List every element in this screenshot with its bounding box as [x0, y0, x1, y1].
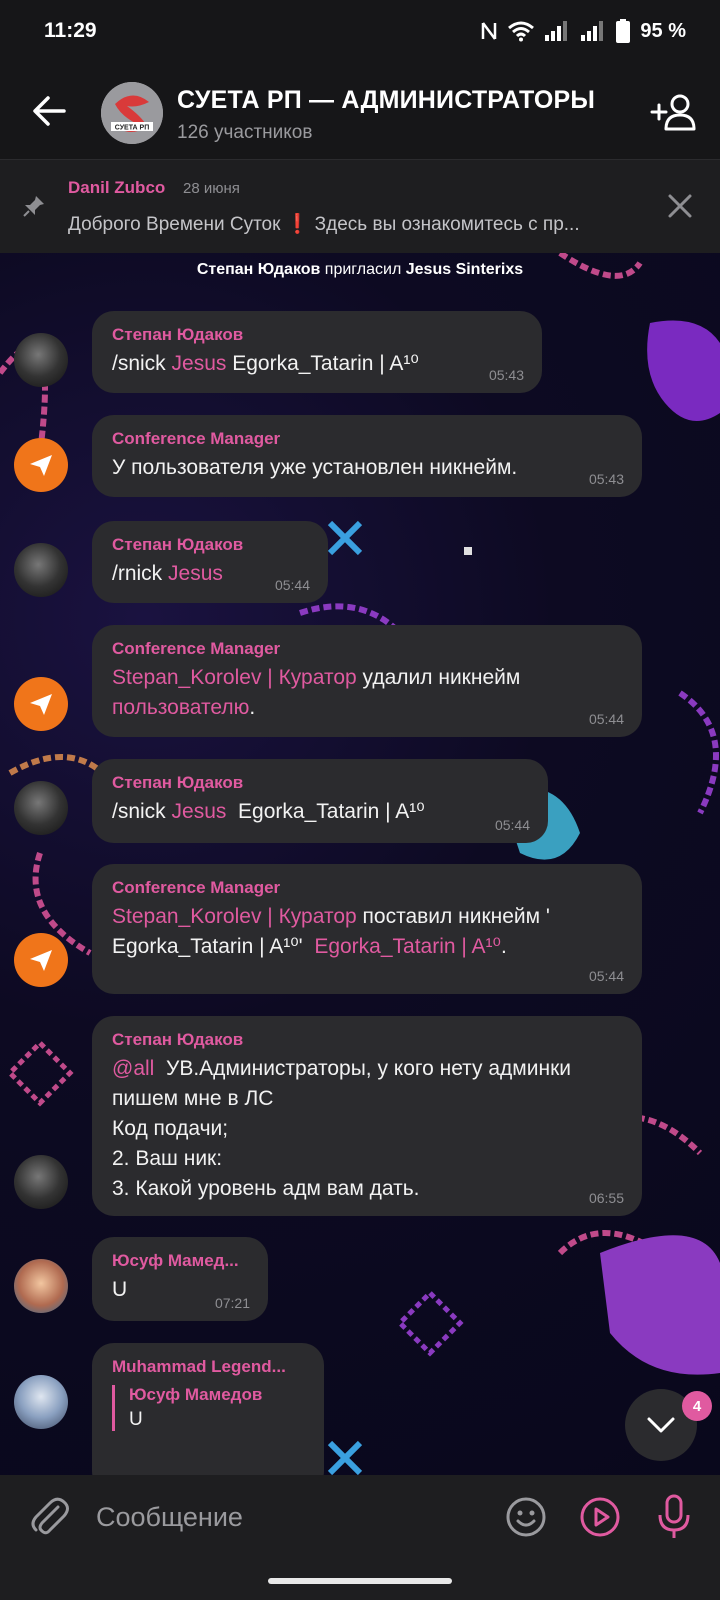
message-bubble[interactable]: Muhammad Legend... Юсуф Мамедов U — [92, 1343, 324, 1475]
message-time: 05:44 — [588, 968, 624, 984]
avatar[interactable] — [14, 781, 68, 835]
pinned-text: Доброго Времени Суток ❗ Здесь вы ознаком… — [68, 214, 580, 235]
exclamation-icon: ❗ — [285, 214, 310, 235]
message-bubble[interactable]: Conference Manager Stepan_Korolev | Кура… — [92, 625, 642, 737]
group-avatar[interactable]: СУЕТА РП — [101, 82, 163, 144]
message-time: 05:43 — [588, 471, 624, 487]
message-bubble[interactable]: Юсуф Мамед... U 07:21 — [92, 1237, 268, 1321]
message-bubble[interactable]: Степан Юдаков /snick Jesus Egorka_Tatari… — [92, 759, 548, 843]
message-text: Stepan_Korolev | Куратор удалил никнейм п… — [112, 666, 521, 719]
chat-header: СУЕТА РП СУЕТА РП — АДМИНИСТРАТОРЫ 126 у… — [0, 66, 720, 160]
avatar[interactable] — [14, 543, 68, 597]
message-bubble[interactable]: Conference Manager У пользователя уже ус… — [92, 415, 642, 497]
avatar[interactable] — [14, 1259, 68, 1313]
microphone-icon[interactable] — [652, 1493, 696, 1541]
close-icon[interactable] — [664, 190, 696, 222]
pin-icon — [23, 196, 44, 217]
message-author[interactable]: Muhammad Legend... — [112, 1357, 304, 1377]
arrow-left-icon — [33, 96, 66, 126]
battery-percent: 95 % — [640, 19, 686, 42]
add-member-button[interactable] — [648, 86, 700, 138]
message-author[interactable]: Conference Manager — [112, 878, 622, 898]
unread-badge: 4 — [682, 1391, 712, 1421]
add-user-icon — [650, 94, 696, 131]
avatar[interactable] — [14, 1155, 68, 1209]
wifi-icon — [508, 21, 535, 42]
service-message: Степан Юдаков пригласил Jesus Sinterixs — [196, 261, 524, 278]
avatar[interactable] — [14, 333, 68, 387]
message-time: 05:44 — [588, 711, 624, 727]
message-text: Stepan_Korolev | Куратор поставил никней… — [112, 905, 550, 958]
emoji-icon[interactable] — [504, 1495, 548, 1539]
message-input-bar — [0, 1475, 720, 1560]
message-author[interactable]: Степан Юдаков — [112, 1030, 622, 1050]
chevron-down-icon — [647, 1417, 675, 1433]
message-bubble[interactable]: Conference Manager Stepan_Korolev | Кура… — [92, 864, 642, 994]
message-bubble[interactable]: Степан Юдаков /rnick Jesus 05:44 — [92, 521, 328, 603]
message-author[interactable]: Юсуф Мамед... — [112, 1251, 248, 1271]
paper-plane-icon — [30, 455, 52, 476]
battery-icon — [616, 19, 631, 43]
chat-title[interactable]: СУЕТА РП — АДМИНИСТРАТОРЫ — [177, 86, 595, 115]
system-nav-bar — [0, 1560, 720, 1600]
paper-plane-icon — [30, 694, 52, 715]
nfc-icon — [482, 22, 497, 40]
group-logo-image: СУЕТА РП — [101, 82, 163, 144]
message-input[interactable] — [96, 1497, 476, 1537]
message-text: /snick Jesus Egorka_Tatarin | A¹⁰ — [112, 800, 425, 823]
pinned-message-bar[interactable]: Danil Zubco 28 июня Доброго Времени Суто… — [0, 160, 720, 253]
message-time: 06:55 — [588, 1190, 624, 1206]
home-gesture-handle[interactable] — [268, 1578, 452, 1584]
status-icons: 95 % — [480, 19, 686, 43]
message-time: 05:44 — [274, 577, 310, 593]
message-time: 07:21 — [214, 1295, 250, 1311]
status-bar: 11:29 95 % — [0, 0, 720, 66]
reply-author: Юсуф Мамедов — [129, 1385, 263, 1404]
paperclip-icon[interactable] — [28, 1495, 72, 1539]
pinned-author: Danil Zubco — [68, 178, 166, 197]
message-author[interactable]: Conference Manager — [112, 429, 622, 449]
avatar[interactable] — [14, 677, 68, 731]
message-author[interactable]: Степан Юдаков — [112, 773, 528, 793]
svg-text:СУЕТА РП: СУЕТА РП — [115, 125, 150, 132]
reply-text: U — [129, 1409, 143, 1430]
message-time: 05:44 — [494, 817, 530, 833]
message-text: У пользователя уже установлен никнейм. — [112, 456, 518, 479]
message-author[interactable]: Conference Manager — [112, 639, 622, 659]
message-author[interactable]: Степан Юдаков — [112, 535, 308, 555]
reply-quote[interactable]: Юсуф Мамедов U — [112, 1385, 304, 1431]
signal-1-icon — [545, 21, 568, 41]
chat-area[interactable]: Степан Юдаков пригласил Jesus Sinterixs … — [0, 253, 720, 1475]
participants-count: 126 участников — [177, 122, 313, 143]
avatar[interactable] — [14, 438, 68, 492]
signal-2-icon — [581, 21, 604, 41]
pinned-date: 28 июня — [183, 180, 240, 197]
video-message-icon[interactable] — [578, 1495, 622, 1539]
status-time: 11:29 — [44, 19, 97, 42]
message-text: /snick Jesus Egorka_Tatarin | A¹⁰ — [112, 352, 419, 375]
message-time: 05:43 — [488, 367, 524, 383]
avatar[interactable] — [14, 933, 68, 987]
avatar[interactable] — [14, 1375, 68, 1429]
message-author[interactable]: Степан Юдаков — [112, 325, 522, 345]
message-bubble[interactable]: Степан Юдаков @all УВ.Администраторы, у … — [92, 1016, 642, 1216]
message-text: @all УВ.Администраторы, у кого нету адми… — [112, 1057, 571, 1200]
back-button[interactable] — [26, 88, 72, 134]
message-bubble[interactable]: Степан Юдаков /snick Jesus Egorka_Tatari… — [92, 311, 542, 393]
paper-plane-icon — [30, 950, 52, 971]
